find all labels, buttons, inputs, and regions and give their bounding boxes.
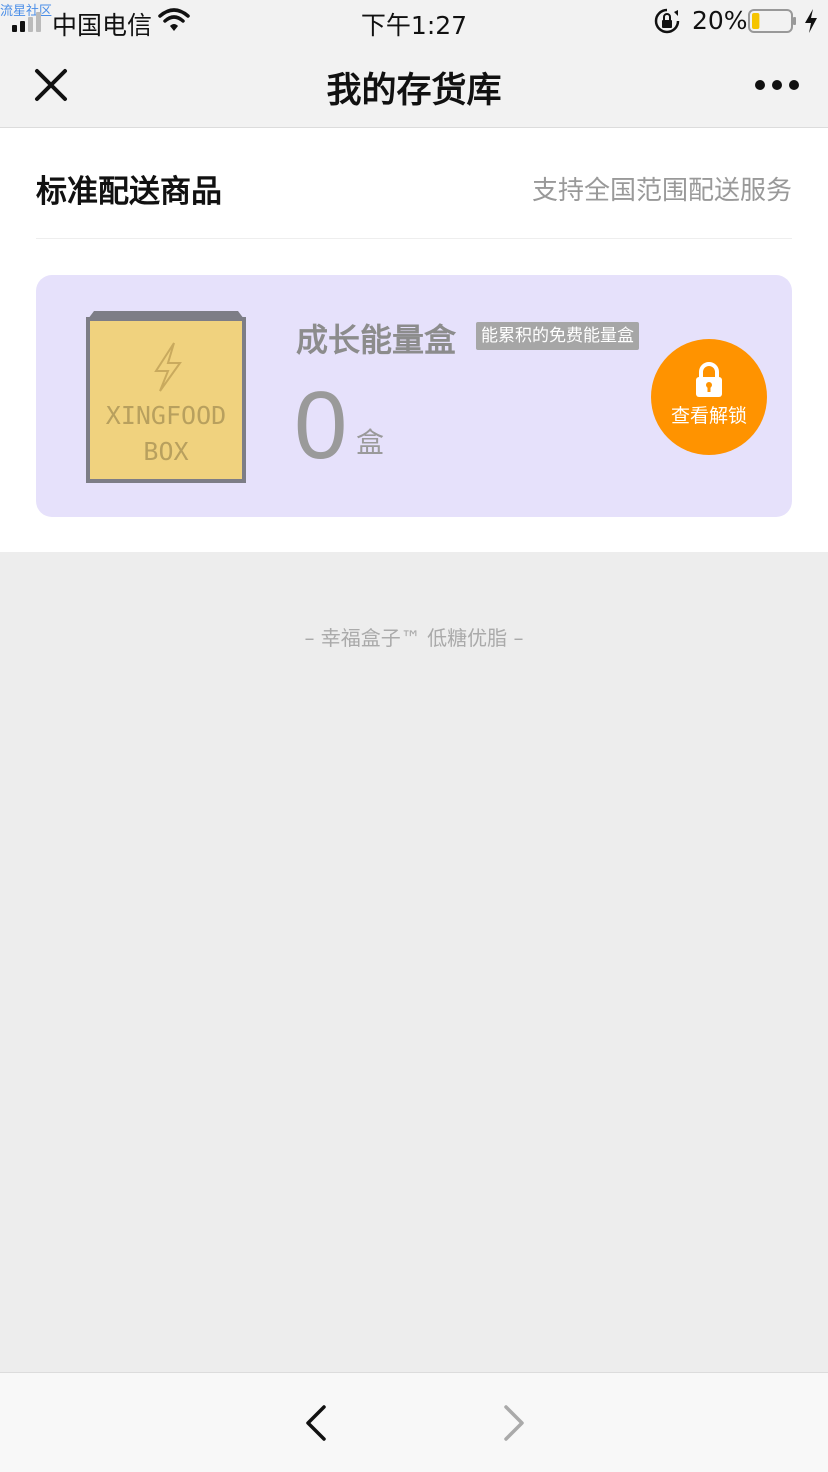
back-arrow-icon[interactable]: [296, 1401, 336, 1445]
product-name: 成长能量盒: [296, 321, 457, 359]
product-card[interactable]: XINGFOOD BOX 成长能量盒 能累积的免费能量盒 0 盒 查看解锁: [36, 275, 792, 517]
unlock-button[interactable]: 查看解锁: [651, 339, 767, 455]
unlock-button-label: 查看解锁: [670, 405, 747, 427]
box-label-line2: BOX: [143, 437, 188, 466]
status-bar: 流星社区 中国电信 下午1:27 20%: [0, 0, 828, 42]
box-label-line1: XINGFOOD: [106, 401, 226, 430]
browser-toolbar: [0, 1372, 828, 1472]
section-subtitle: 支持全国范围配送服务: [531, 176, 792, 206]
rotation-lock-icon: [654, 8, 680, 34]
forward-arrow-icon[interactable]: [494, 1401, 534, 1445]
footer-slogan: – 幸福盒子™ 低糖优脂 –: [304, 626, 524, 650]
lock-icon: [696, 362, 722, 397]
nav-bar: 我的存货库: [0, 42, 828, 128]
more-options-icon[interactable]: [752, 72, 802, 98]
battery-icon: [748, 9, 796, 33]
product-count: 0: [294, 372, 348, 479]
product-unit: 盒: [356, 426, 385, 459]
product-tag-badge: 能累积的免费能量盒: [476, 322, 639, 350]
section-title: 标准配送商品: [36, 174, 222, 210]
charging-bolt-icon: [805, 9, 817, 33]
section-divider: [36, 238, 792, 239]
battery-percent: 20%: [692, 6, 748, 35]
page-title: 我的存货库: [326, 71, 502, 111]
inventory-section: 标准配送商品 支持全国范围配送服务 XINGFOOD BOX 成长能量盒 能累积…: [0, 128, 828, 552]
energy-box-image: XINGFOOD BOX: [86, 311, 246, 483]
